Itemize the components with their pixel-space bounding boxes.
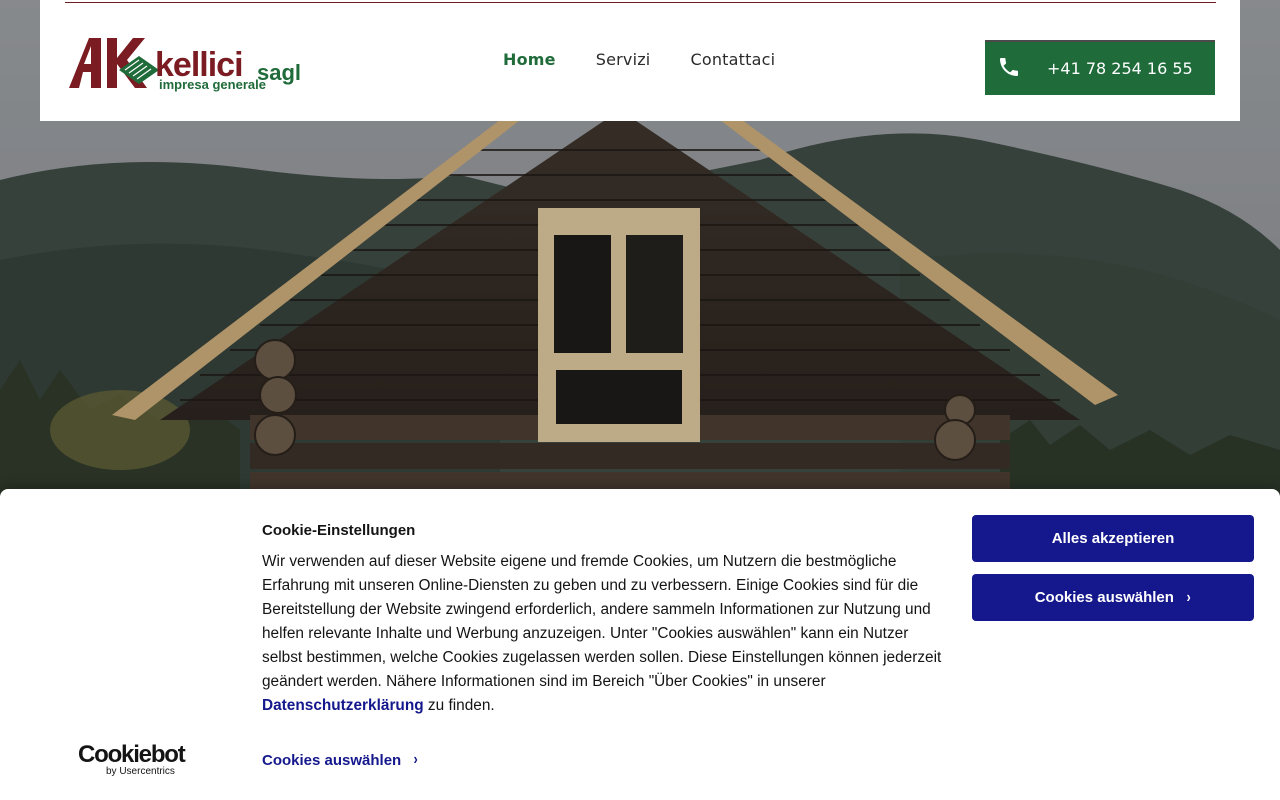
nav-contattaci[interactable]: Contattaci — [690, 50, 775, 69]
cookie-banner: Cookie-Einstellungen Wir verwenden auf d… — [0, 489, 1280, 800]
logo-tagline: impresa generale — [159, 77, 266, 92]
cookie-body-text: Wir verwenden auf dieser Website eigene … — [262, 553, 942, 690]
site-header: kellici sagl impresa generale Home Servi… — [40, 0, 1240, 121]
chevron-right-icon: › — [1186, 588, 1191, 606]
cookie-title: Cookie-Einstellungen — [262, 522, 416, 539]
select-cookies-link[interactable]: Cookies auswählen › — [262, 751, 419, 769]
phone-icon — [997, 55, 1021, 79]
select-cookies-link-label: Cookies auswählen — [262, 751, 402, 769]
phone-button[interactable]: +41 78 254 16 55 — [985, 40, 1215, 95]
cookie-description: Wir verwenden auf dieser Website eigene … — [262, 550, 942, 718]
select-cookies-label: Cookies auswählen — [1034, 589, 1174, 606]
header-divider — [65, 2, 1216, 3]
phone-number: +41 78 254 16 55 — [1047, 59, 1193, 78]
cookiebot-logo[interactable]: Cookiebot by Usercentrics — [78, 741, 188, 778]
nav-servizi[interactable]: Servizi — [596, 50, 651, 69]
select-cookies-button[interactable]: Cookies auswählen › — [972, 574, 1254, 621]
nav-home[interactable]: Home — [503, 50, 556, 69]
cookie-body-end: zu finden. — [423, 697, 495, 714]
chevron-right-icon: › — [413, 751, 419, 768]
accept-all-label: Alles akzeptieren — [1051, 530, 1175, 547]
company-logo[interactable]: kellici sagl impresa generale — [67, 32, 312, 94]
privacy-policy-link[interactable]: Datenschutzerklärung — [262, 697, 424, 714]
main-nav: Home Servizi Contattaci — [503, 50, 775, 69]
accept-all-button[interactable]: Alles akzeptieren — [972, 515, 1254, 562]
cookiebot-name: Cookiebot — [78, 741, 186, 768]
